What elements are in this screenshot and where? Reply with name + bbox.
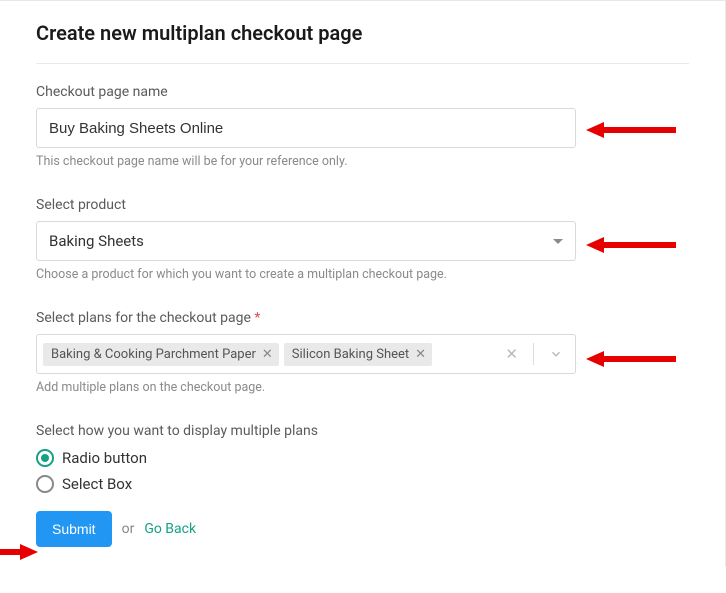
caret-down-icon <box>553 239 563 244</box>
required-marker: * <box>254 310 260 326</box>
divider <box>36 63 689 64</box>
plan-chip-label: Baking & Cooking Parchment Paper <box>51 347 256 362</box>
radio-icon <box>36 449 54 467</box>
name-section: Checkout page name This checkout page na… <box>36 84 689 169</box>
product-select[interactable]: Baking Sheets <box>36 221 576 261</box>
radio-label: Radio button <box>62 449 147 467</box>
plans-label: Select plans for the checkout page * <box>36 310 689 326</box>
product-select-value: Baking Sheets <box>49 232 144 250</box>
display-radio-group: Radio button Select Box <box>36 449 689 493</box>
chip-remove-icon[interactable]: ✕ <box>262 347 273 362</box>
submit-button[interactable]: Submit <box>36 511 112 547</box>
plan-chip-label: Silicon Baking Sheet <box>292 347 409 362</box>
chevron-down-icon[interactable] <box>543 347 569 361</box>
multiselect-divider <box>533 343 534 365</box>
radio-option-radio-button[interactable]: Radio button <box>36 449 689 467</box>
radio-option-select-box[interactable]: Select Box <box>36 475 689 493</box>
go-back-link[interactable]: Go Back <box>144 521 196 537</box>
plans-help: Add multiple plans on the checkout page. <box>36 380 689 395</box>
plans-multiselect[interactable]: Baking & Cooking Parchment Paper ✕ Silic… <box>36 334 576 374</box>
display-section: Select how you want to display multiple … <box>36 423 689 493</box>
plan-chip: Silicon Baking Sheet ✕ <box>284 343 432 366</box>
action-row: Submit or Go Back <box>36 511 689 547</box>
product-help: Choose a product for which you want to c… <box>36 267 689 282</box>
name-label: Checkout page name <box>36 84 689 100</box>
product-label: Select product <box>36 197 689 213</box>
chip-remove-icon[interactable]: ✕ <box>415 347 426 362</box>
radio-label: Select Box <box>62 475 132 493</box>
plans-label-text: Select plans for the checkout page <box>36 310 251 326</box>
name-help: This checkout page name will be for your… <box>36 154 689 169</box>
clear-all-icon[interactable]: ✕ <box>499 345 524 363</box>
name-input[interactable] <box>36 108 576 148</box>
page-title: Create new multiplan checkout page <box>36 21 689 45</box>
radio-icon <box>36 475 54 493</box>
or-text: or <box>122 521 135 537</box>
plans-section: Select plans for the checkout page * Bak… <box>36 310 689 395</box>
display-label: Select how you want to display multiple … <box>36 423 689 439</box>
plan-chip: Baking & Cooking Parchment Paper ✕ <box>43 343 279 366</box>
product-section: Select product Baking Sheets Choose a pr… <box>36 197 689 282</box>
